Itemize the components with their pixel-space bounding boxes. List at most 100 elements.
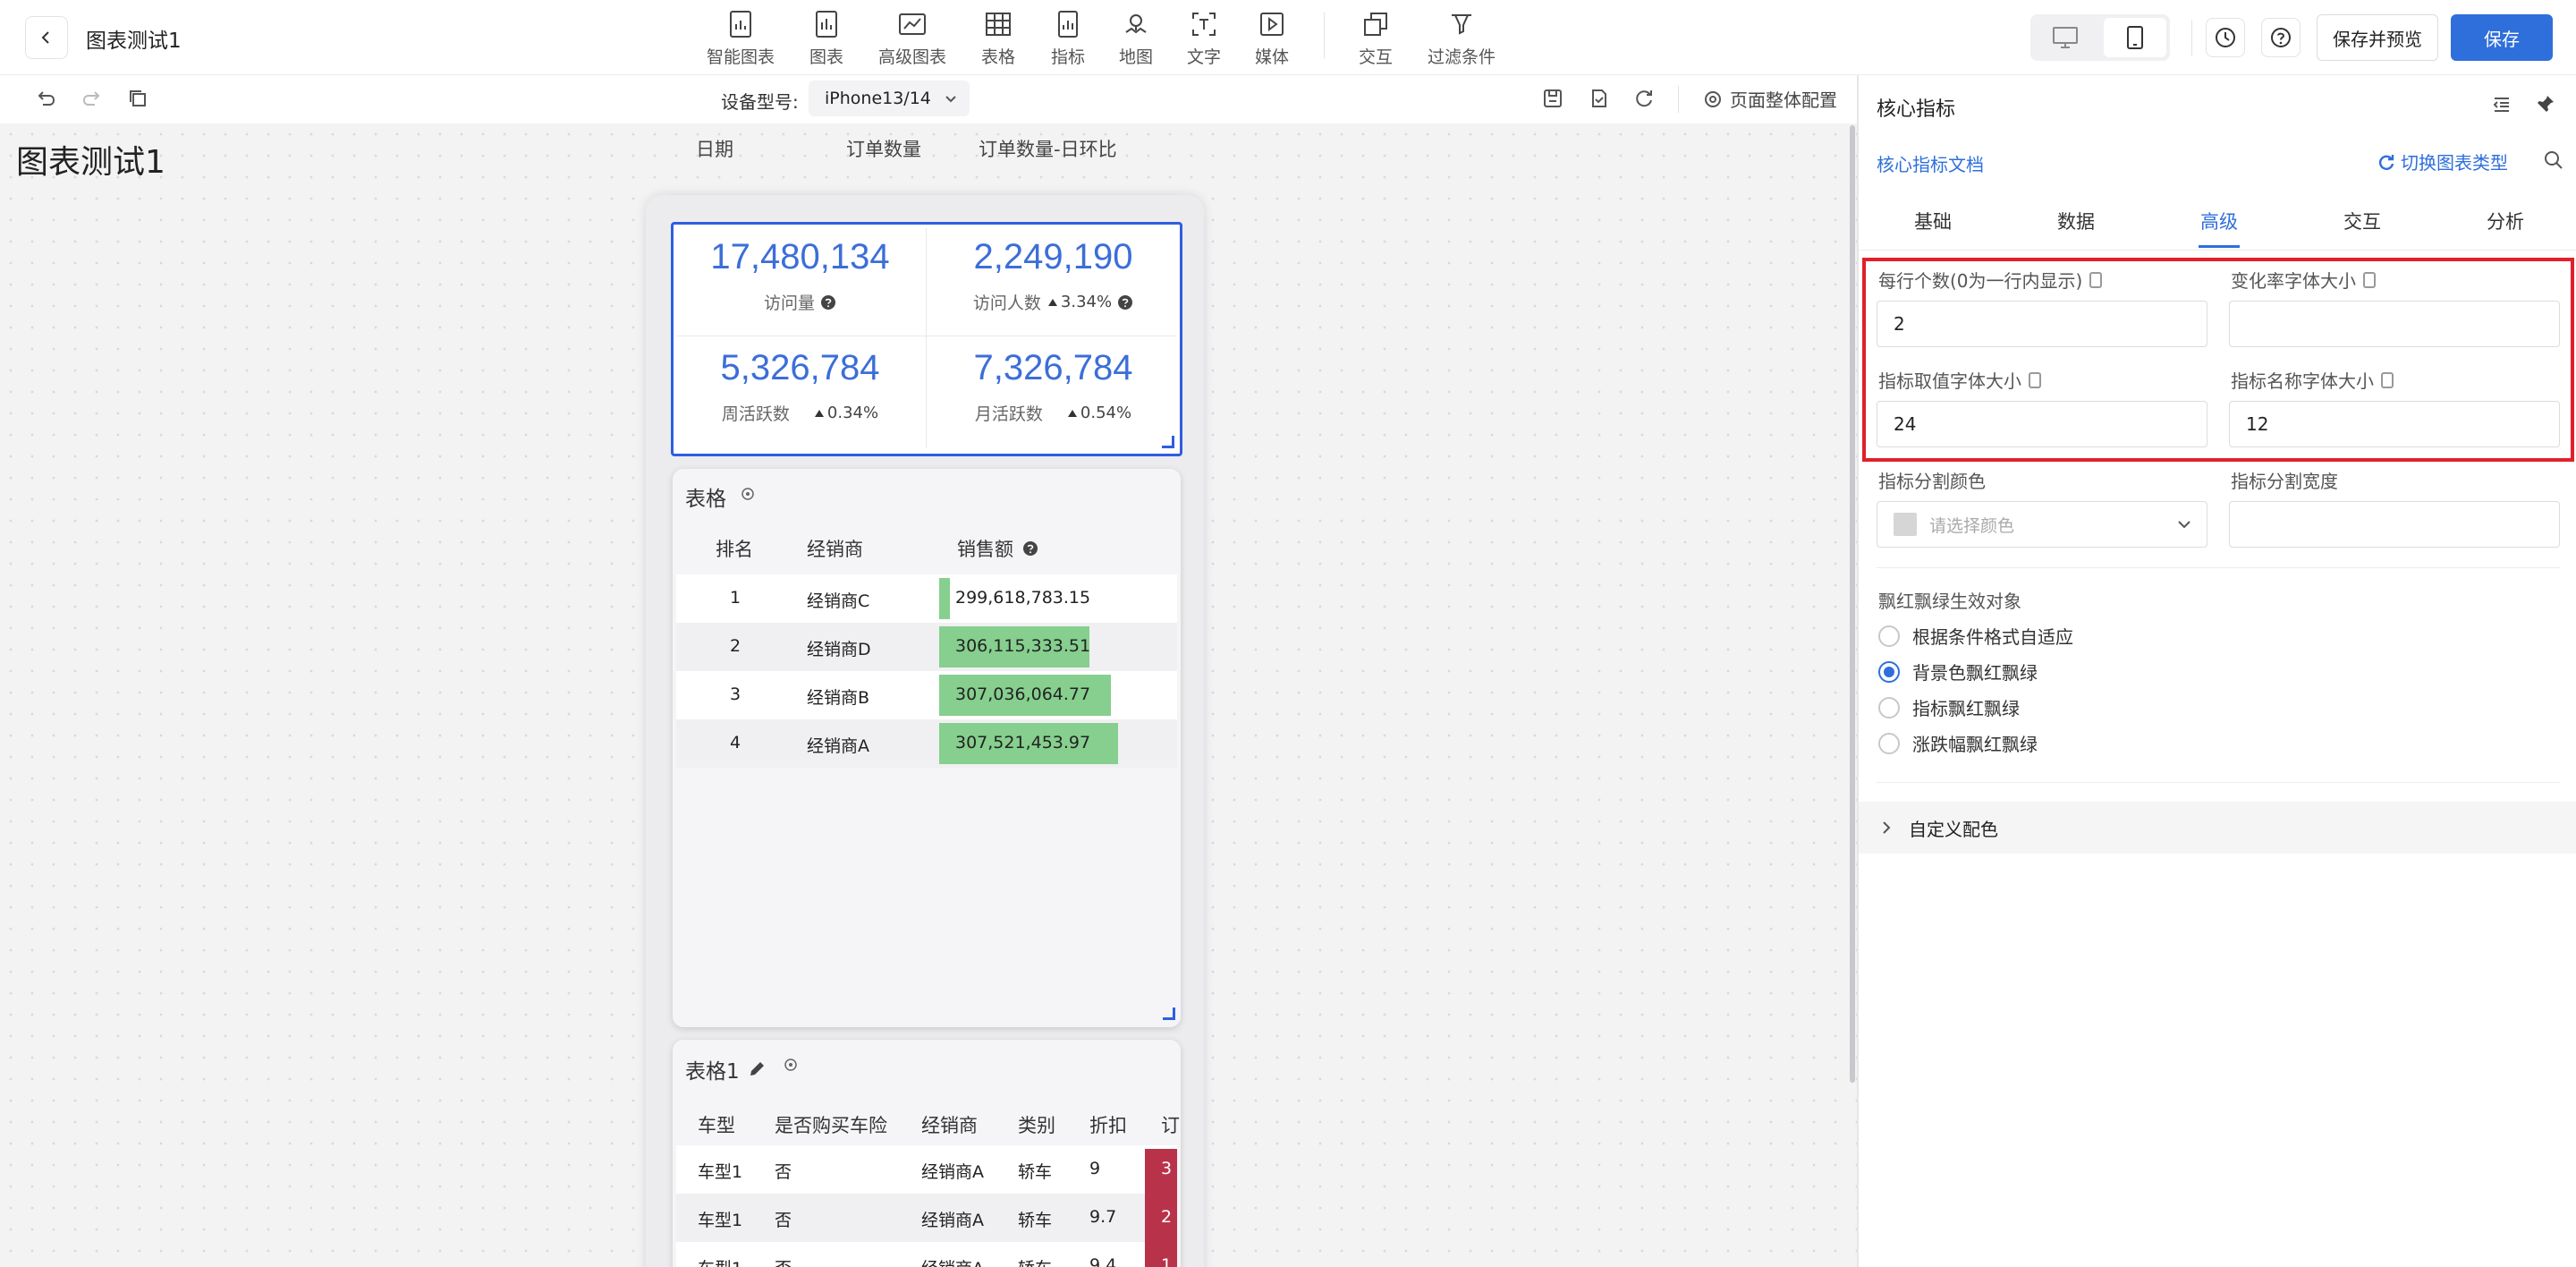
custom-color-section[interactable]: 自定义配色 [1859,802,2576,854]
kpi-value: 7,326,784 [973,348,1133,387]
question-icon[interactable] [1117,294,1133,310]
help-button[interactable] [2261,18,2301,57]
canvas-scrollbar[interactable] [1850,125,1855,1083]
ghost-col-header: 日期 [696,139,733,160]
phone-icon [2127,26,2143,49]
redo-icon[interactable] [80,88,102,109]
doc-link[interactable]: 核心指标文档 [1877,150,1984,176]
save-preview-button[interactable]: 保存并预览 [2317,14,2438,61]
value-font-label-group: 指标取值字体大小 [1878,367,2041,393]
tool-media[interactable]: 媒体 [1249,7,1295,68]
tool-filter[interactable]: 过滤条件 [1424,7,1499,68]
back-button[interactable] [25,16,68,59]
mobile-icon [2029,371,2041,388]
question-icon[interactable] [1022,540,1038,557]
table-row[interactable] [676,623,1177,671]
copy-icon[interactable] [127,88,148,109]
kpi-card-selected[interactable]: 17,480,134 访问量 2,249,190 访问人数 3.34% 5,32… [671,222,1182,456]
sales-bar [939,578,950,619]
target-icon[interactable] [784,1058,798,1072]
divider-width-input[interactable] [2229,501,2560,548]
mobile-view-button[interactable] [2104,18,2166,57]
rank-cell: 4 [730,733,741,753]
radio-button[interactable] [1878,625,1900,647]
tab-advanced[interactable]: 高级 [2200,208,2238,234]
name-font-input[interactable]: 12 [2229,401,2560,447]
tool-metric[interactable]: 指标 [1045,7,1091,68]
interaction-icon [1364,12,1387,36]
table-title: 表格 [685,488,726,511]
desktop-view-button[interactable] [2034,18,2097,57]
history-button[interactable] [2206,18,2245,57]
kpi-item[interactable]: 5,326,784 周活跃数 0.34% [674,336,927,445]
divider-color-select[interactable]: 请选择颜色 [1877,501,2207,548]
table-icon [986,12,1011,36]
mobile-icon [2363,271,2376,288]
save-draft-icon[interactable] [1542,88,1563,109]
table-cell: 9.7 [1089,1207,1117,1227]
sales-cell: 307,036,064.77 [955,685,1091,704]
radio-option[interactable]: 指标飘红飘绿 [1878,694,2020,720]
tab-interaction[interactable]: 交互 [2343,208,2381,234]
tool-interaction[interactable]: 交互 [1352,7,1399,68]
column-header: 经销商 [921,1115,978,1136]
question-icon[interactable] [820,294,836,310]
page-config-button[interactable]: 页面整体配置 [1703,86,1837,112]
radio-button-selected[interactable] [1878,660,1900,683]
tool-label: 文字 [1186,47,1221,67]
resize-handle[interactable] [1162,436,1174,448]
tool-label: 智能图表 [706,47,775,67]
target-icon[interactable] [741,487,755,501]
tool-advanced-chart[interactable]: 高级图表 [875,7,950,68]
tab-analysis[interactable]: 分析 [2487,208,2524,234]
help-icon [2271,28,2291,47]
radio-option[interactable]: 涨跌幅飘红飘绿 [1878,730,2038,756]
kpi-label: 访问人数 [972,293,1041,313]
device-select[interactable]: iPhone13/14 [809,81,970,116]
search-icon[interactable] [2544,150,2563,170]
edit-icon[interactable] [747,1059,767,1079]
file-check-icon[interactable] [1589,88,1610,109]
table-card[interactable]: 表格 排名 经销商 销售额 1 经销商C 299,618,783.15 2 经销… [673,469,1181,1027]
undo-icon[interactable] [36,88,57,109]
table-cell: 3 [1161,1159,1173,1178]
custom-color-label: 自定义配色 [1909,818,1998,840]
table-cell: 1 [1161,1255,1173,1267]
outdent-icon[interactable] [2492,95,2512,115]
kpi-item[interactable]: 2,249,190 访问人数 3.34% [927,225,1180,334]
tool-table[interactable]: 表格 [975,7,1021,68]
tab-basic[interactable]: 基础 [1914,208,1952,234]
change-font-input[interactable] [2229,301,2560,347]
rank-cell: 3 [730,685,741,704]
switch-chart-type-button[interactable]: 切换图表类型 [2377,149,2508,174]
tool-map[interactable]: 地图 [1113,7,1159,68]
radio-option[interactable]: 根据条件格式自适应 [1878,623,2073,649]
tool-label: 交互 [1358,47,1393,67]
table-row[interactable] [676,574,1177,623]
resize-handle[interactable] [1163,1008,1175,1020]
kpi-label: 月活跃数 [974,404,1043,424]
tool-label: 高级图表 [877,47,946,67]
table-card-2[interactable]: 表格1 车型 是否购买车险 经销商 类别 折扣 订 车型1 否 经销商A 轿车 … [673,1040,1181,1267]
radio-option[interactable]: 背景色飘红飘绿 [1878,659,2038,685]
tool-smart-chart[interactable]: 智能图表 [703,7,778,68]
tool-chart[interactable]: 图表 [803,7,850,68]
pin-icon[interactable] [2535,93,2556,115]
table-cell: 否 [775,1162,792,1182]
radio-button[interactable] [1878,732,1900,754]
document-title: 图表测试1 [86,30,182,53]
value-font-input[interactable]: 24 [1877,401,2207,447]
tool-text[interactable]: 文字 [1181,7,1227,68]
kpi-item[interactable]: 17,480,134 访问量 [674,225,927,334]
kpi-change: 3.34% [1060,293,1113,311]
page-title: 图表测试1 [16,144,165,181]
page-config-label: 页面整体配置 [1730,89,1837,111]
chevron-right-icon [1883,821,1891,834]
kpi-item[interactable]: 7,326,784 月活跃数 0.54% [927,336,1180,445]
radio-button[interactable] [1878,696,1900,719]
save-button[interactable]: 保存 [2451,14,2553,61]
tab-data[interactable]: 数据 [2057,208,2095,234]
kpi-value: 17,480,134 [710,237,890,276]
refresh-icon[interactable] [1633,88,1655,109]
per-row-input[interactable]: 2 [1877,301,2207,347]
